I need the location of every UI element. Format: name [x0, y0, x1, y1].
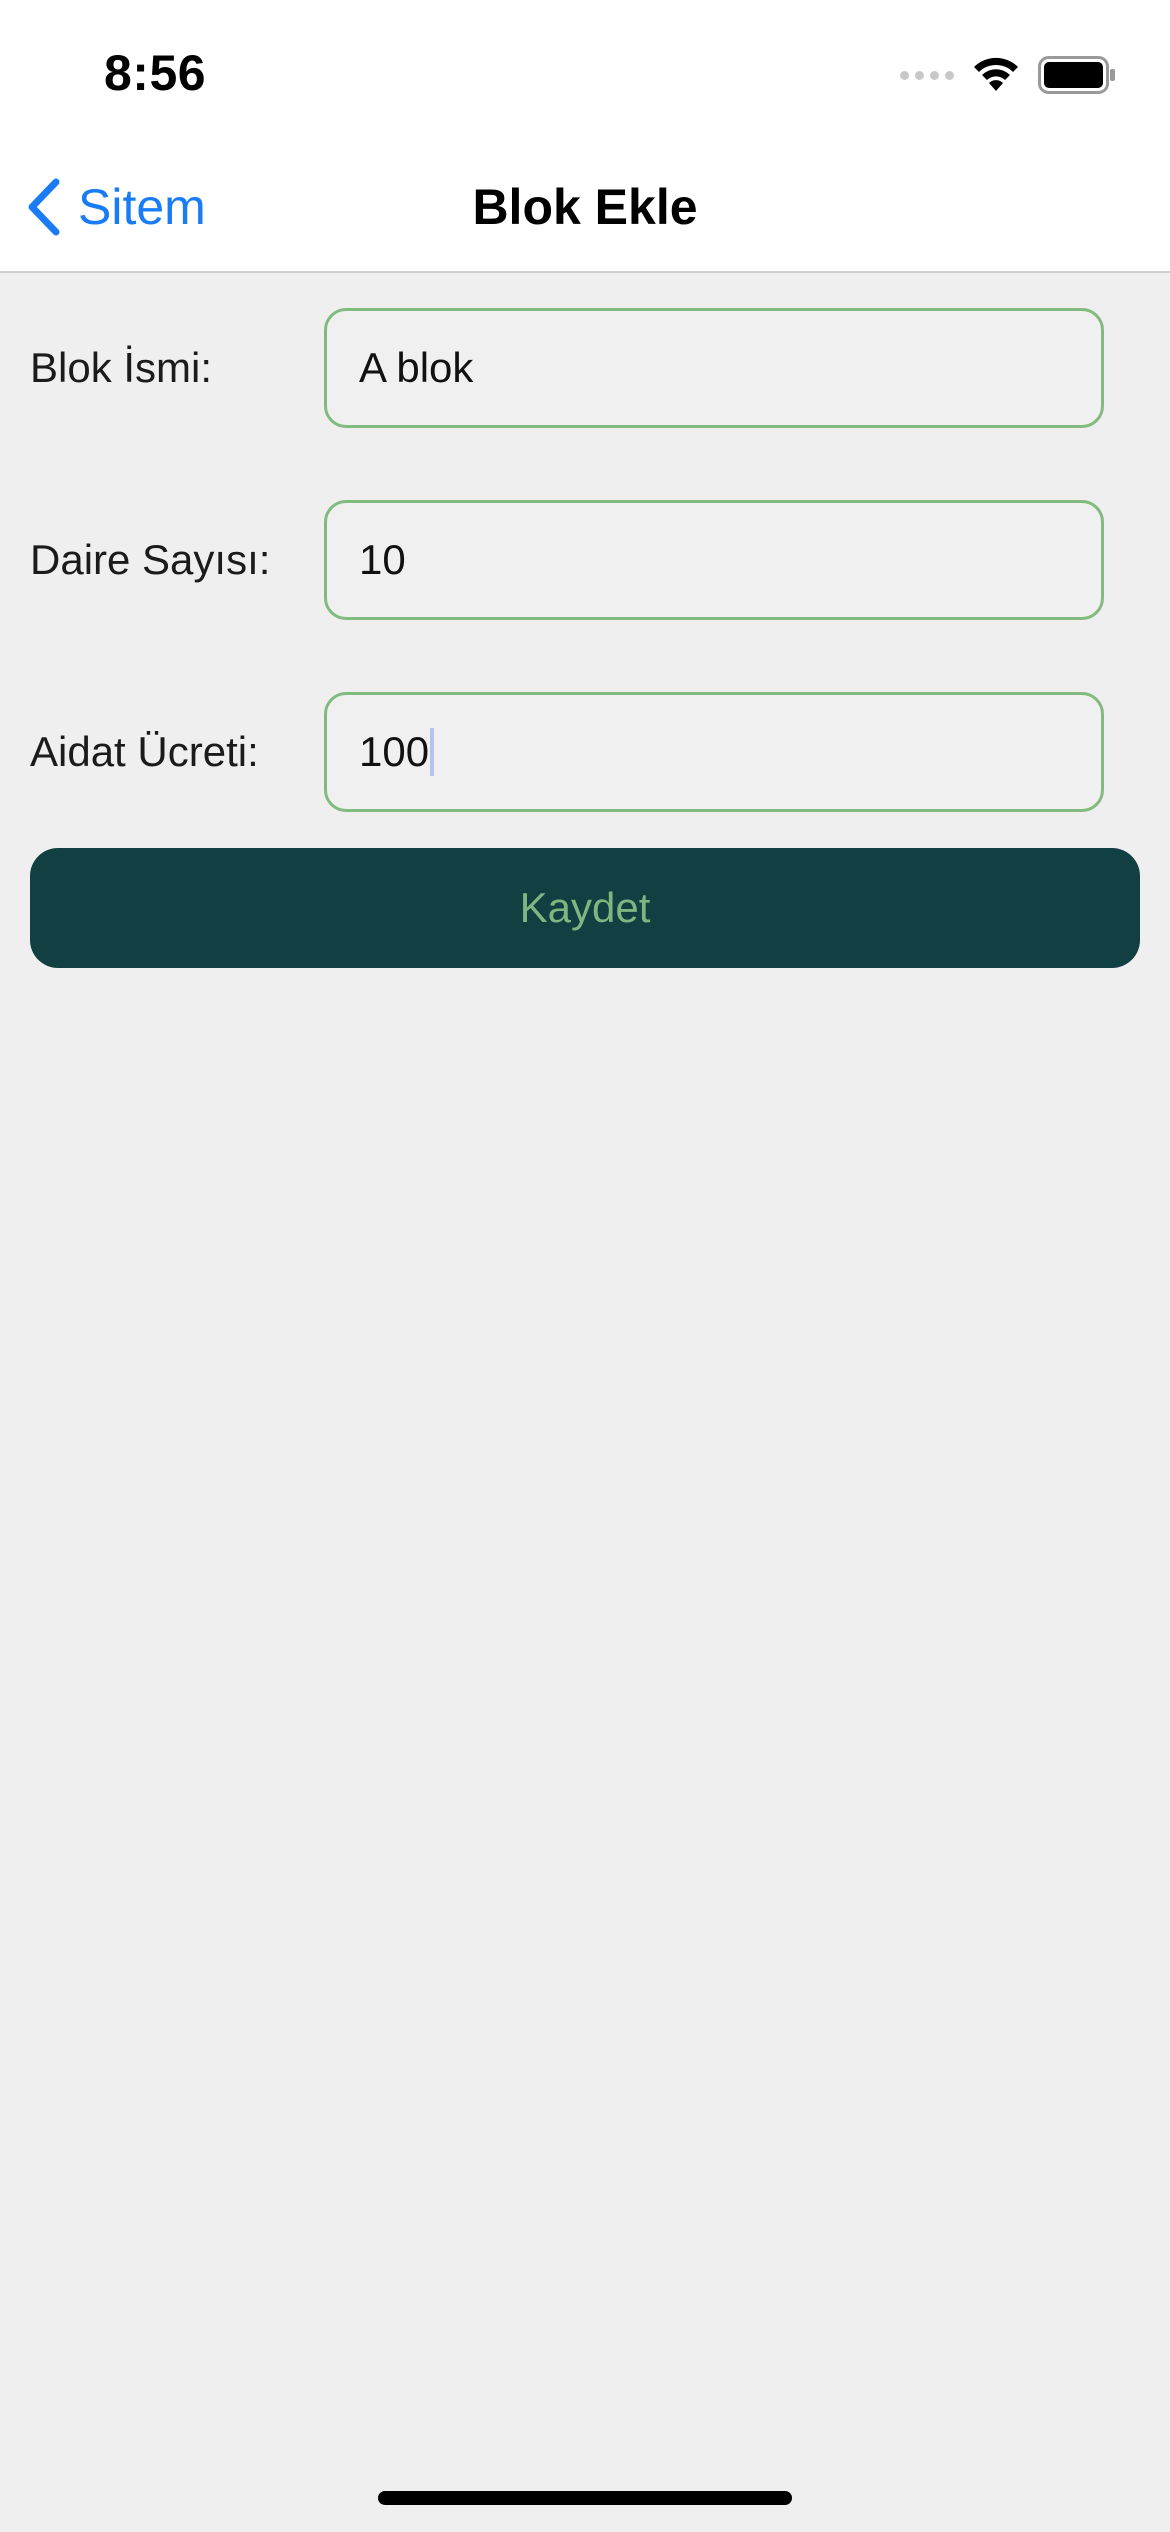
- form-row-apartment-count: Daire Sayısı: 10: [0, 500, 1170, 620]
- navigation-bar: Sitem Blok Ekle: [0, 145, 1170, 273]
- apartment-count-input[interactable]: 10: [324, 500, 1104, 620]
- dues-fee-input[interactable]: 100: [324, 692, 1104, 812]
- cellular-signal-icon: [900, 70, 954, 80]
- wifi-icon: [974, 57, 1018, 91]
- text-cursor: [430, 728, 435, 776]
- dues-fee-value: 100: [359, 728, 430, 775]
- form-row-block-name: Blok İsmi: A blok: [0, 308, 1170, 428]
- status-icons: [900, 50, 1116, 100]
- battery-icon: [1038, 56, 1115, 94]
- dues-fee-label: Aidat Ücreti:: [30, 728, 259, 775]
- block-name-label: Blok İsmi:: [30, 344, 213, 391]
- block-name-input[interactable]: A blok: [324, 308, 1104, 428]
- page-title: Blok Ekle: [472, 179, 698, 235]
- apartment-count-label: Daire Sayısı:: [30, 536, 271, 583]
- status-time: 8:56: [104, 45, 207, 101]
- home-indicator[interactable]: [378, 2491, 792, 2505]
- status-bar: 8:56: [0, 0, 1170, 145]
- apartment-count-value: 10: [359, 536, 406, 583]
- save-button-label: Kaydet: [519, 884, 651, 931]
- save-button[interactable]: Kaydet: [30, 848, 1140, 968]
- form-row-dues-fee: Aidat Ücreti: 100: [0, 692, 1170, 812]
- block-name-value: A blok: [359, 344, 474, 391]
